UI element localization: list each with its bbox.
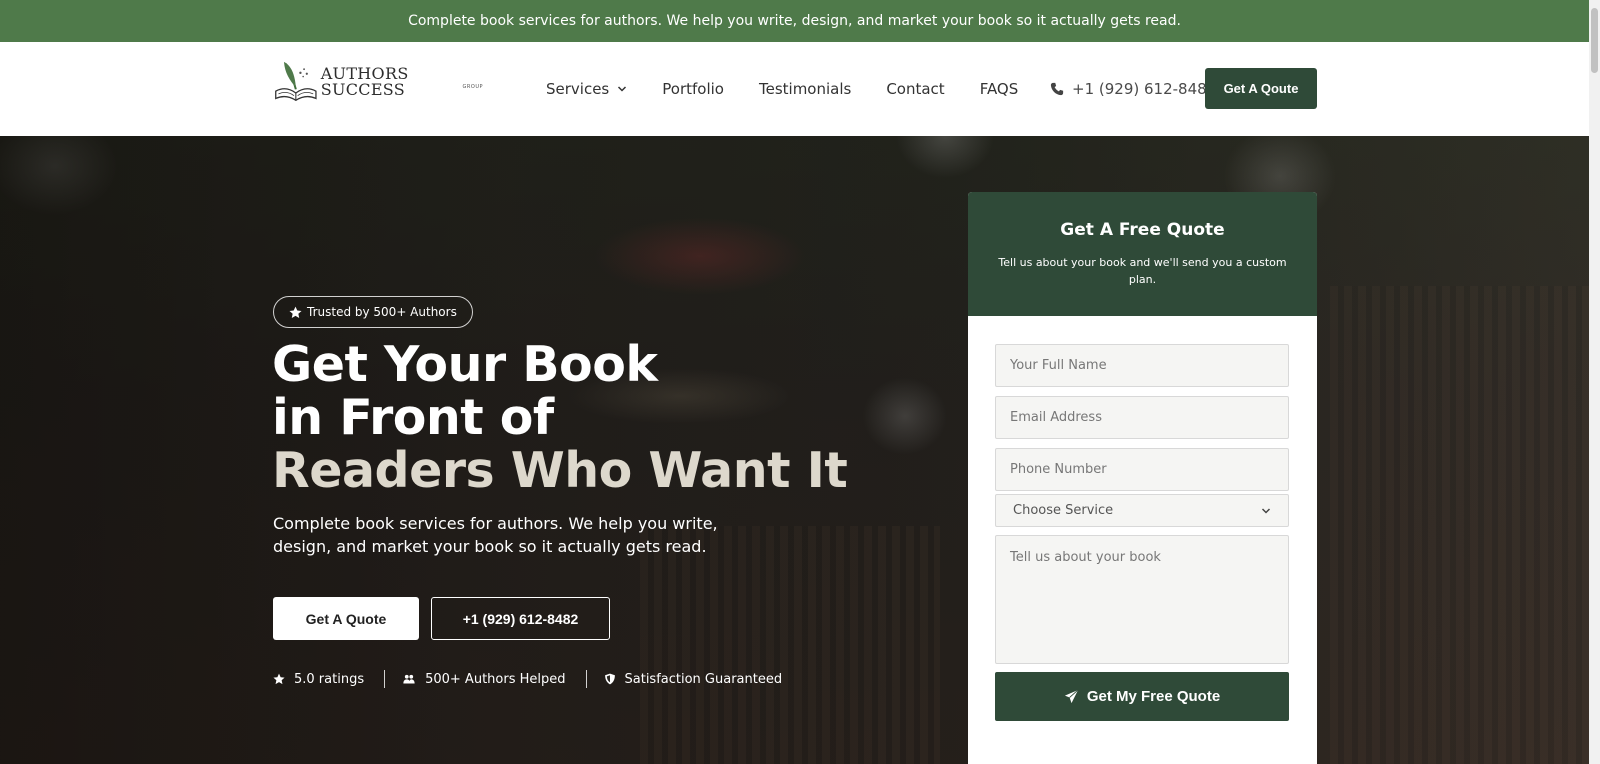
header-phone-link[interactable]: +1 (929) 612-8482: [1050, 42, 1216, 136]
nav-item-portfolio[interactable]: Portfolio: [662, 80, 724, 98]
star-icon: [273, 673, 285, 685]
stat-ratings: 5.0 ratings: [273, 672, 364, 687]
submit-quote-label: Get My Free Quote: [1086, 688, 1221, 705]
main-nav: Services Portfolio Testimonials Contact …: [546, 42, 1053, 136]
nav-item-services[interactable]: Services: [546, 80, 627, 98]
stat-divider: [585, 670, 587, 688]
hero-title: Get Your Book in Front of Readers Who Wa…: [272, 336, 848, 499]
hero-section: Trusted by 500+ Authors Get Your Book in…: [0, 136, 1589, 764]
stat-label: 500+ Authors Helped: [425, 671, 566, 687]
book-details-textarea[interactable]: [995, 535, 1289, 664]
logo-text: AUTHORS SUCCESS GROUP: [320, 64, 483, 99]
stat-authors: 500+ Authors Helped: [402, 671, 566, 687]
nav-item-label: Services: [546, 80, 610, 98]
nav-item-testimonials[interactable]: Testimonials: [759, 80, 851, 98]
chevron-down-icon: [618, 86, 627, 92]
quote-form-description: Tell us about your book and we'll send y…: [998, 256, 1287, 286]
site-header: AUTHORS SUCCESS GROUP Services Portfolio…: [0, 42, 1589, 136]
trusted-badge-label: Trusted by 500+ Authors: [307, 305, 457, 319]
shield-icon: [604, 673, 615, 685]
hero-stats: 5.0 ratings 500+ Authors Helped Satisfac…: [273, 669, 782, 689]
announcement-bar: Complete book services for authors. We h…: [0, 0, 1589, 42]
send-icon: [1064, 689, 1079, 704]
quote-form-title: Get A Free Quote: [1060, 220, 1225, 240]
hero-title-line-2: in Front of: [272, 389, 554, 446]
header-quote-button[interactable]: Get A Qoute: [1205, 68, 1317, 109]
logo-subtext: GROUP: [462, 84, 483, 90]
hero-phone-button[interactable]: +1 (929) 612-8482: [431, 597, 610, 640]
scrollbar-thumb[interactable]: [1591, 8, 1598, 73]
hero-title-line-3: Readers Who Want It: [272, 442, 848, 499]
submit-quote-button[interactable]: Get My Free Quote: [995, 672, 1289, 721]
hero-quote-button[interactable]: Get A Quote: [273, 597, 419, 640]
page-scrollbar[interactable]: [1589, 0, 1600, 764]
users-icon: [403, 674, 415, 684]
star-icon: [289, 306, 302, 318]
quote-form-header: Get A Free Quote Tell us about your book…: [968, 192, 1317, 316]
service-select-value: Choose Service: [1013, 503, 1114, 518]
logo[interactable]: AUTHORS SUCCESS GROUP: [273, 57, 483, 107]
phone-icon: [1050, 82, 1064, 96]
announcement-text: Complete book services for authors. We h…: [408, 13, 1181, 29]
hero-title-line-1: Get Your Book: [272, 336, 658, 393]
stat-label: Satisfaction Guaranteed: [624, 671, 783, 687]
nav-item-faqs[interactable]: FAQS: [980, 80, 1019, 98]
chevron-down-icon: [1261, 507, 1271, 514]
trusted-badge: Trusted by 500+ Authors: [273, 296, 473, 328]
hero-subtitle: Complete book services for authors. We h…: [273, 514, 718, 556]
full-name-input[interactable]: [995, 344, 1289, 387]
stat-guarantee: Satisfaction Guaranteed: [604, 671, 783, 687]
phone-input[interactable]: [995, 448, 1289, 491]
service-select[interactable]: Choose Service: [995, 494, 1289, 527]
quote-form-card: Get A Free Quote Tell us about your book…: [968, 192, 1317, 764]
stat-divider: [384, 670, 386, 688]
email-input[interactable]: [995, 396, 1289, 439]
header-phone-number: +1 (929) 612-8482: [1072, 80, 1217, 98]
stat-label: 5.0 ratings: [294, 671, 365, 687]
nav-item-contact[interactable]: Contact: [886, 80, 944, 98]
open-book-quill-icon: [275, 61, 317, 102]
